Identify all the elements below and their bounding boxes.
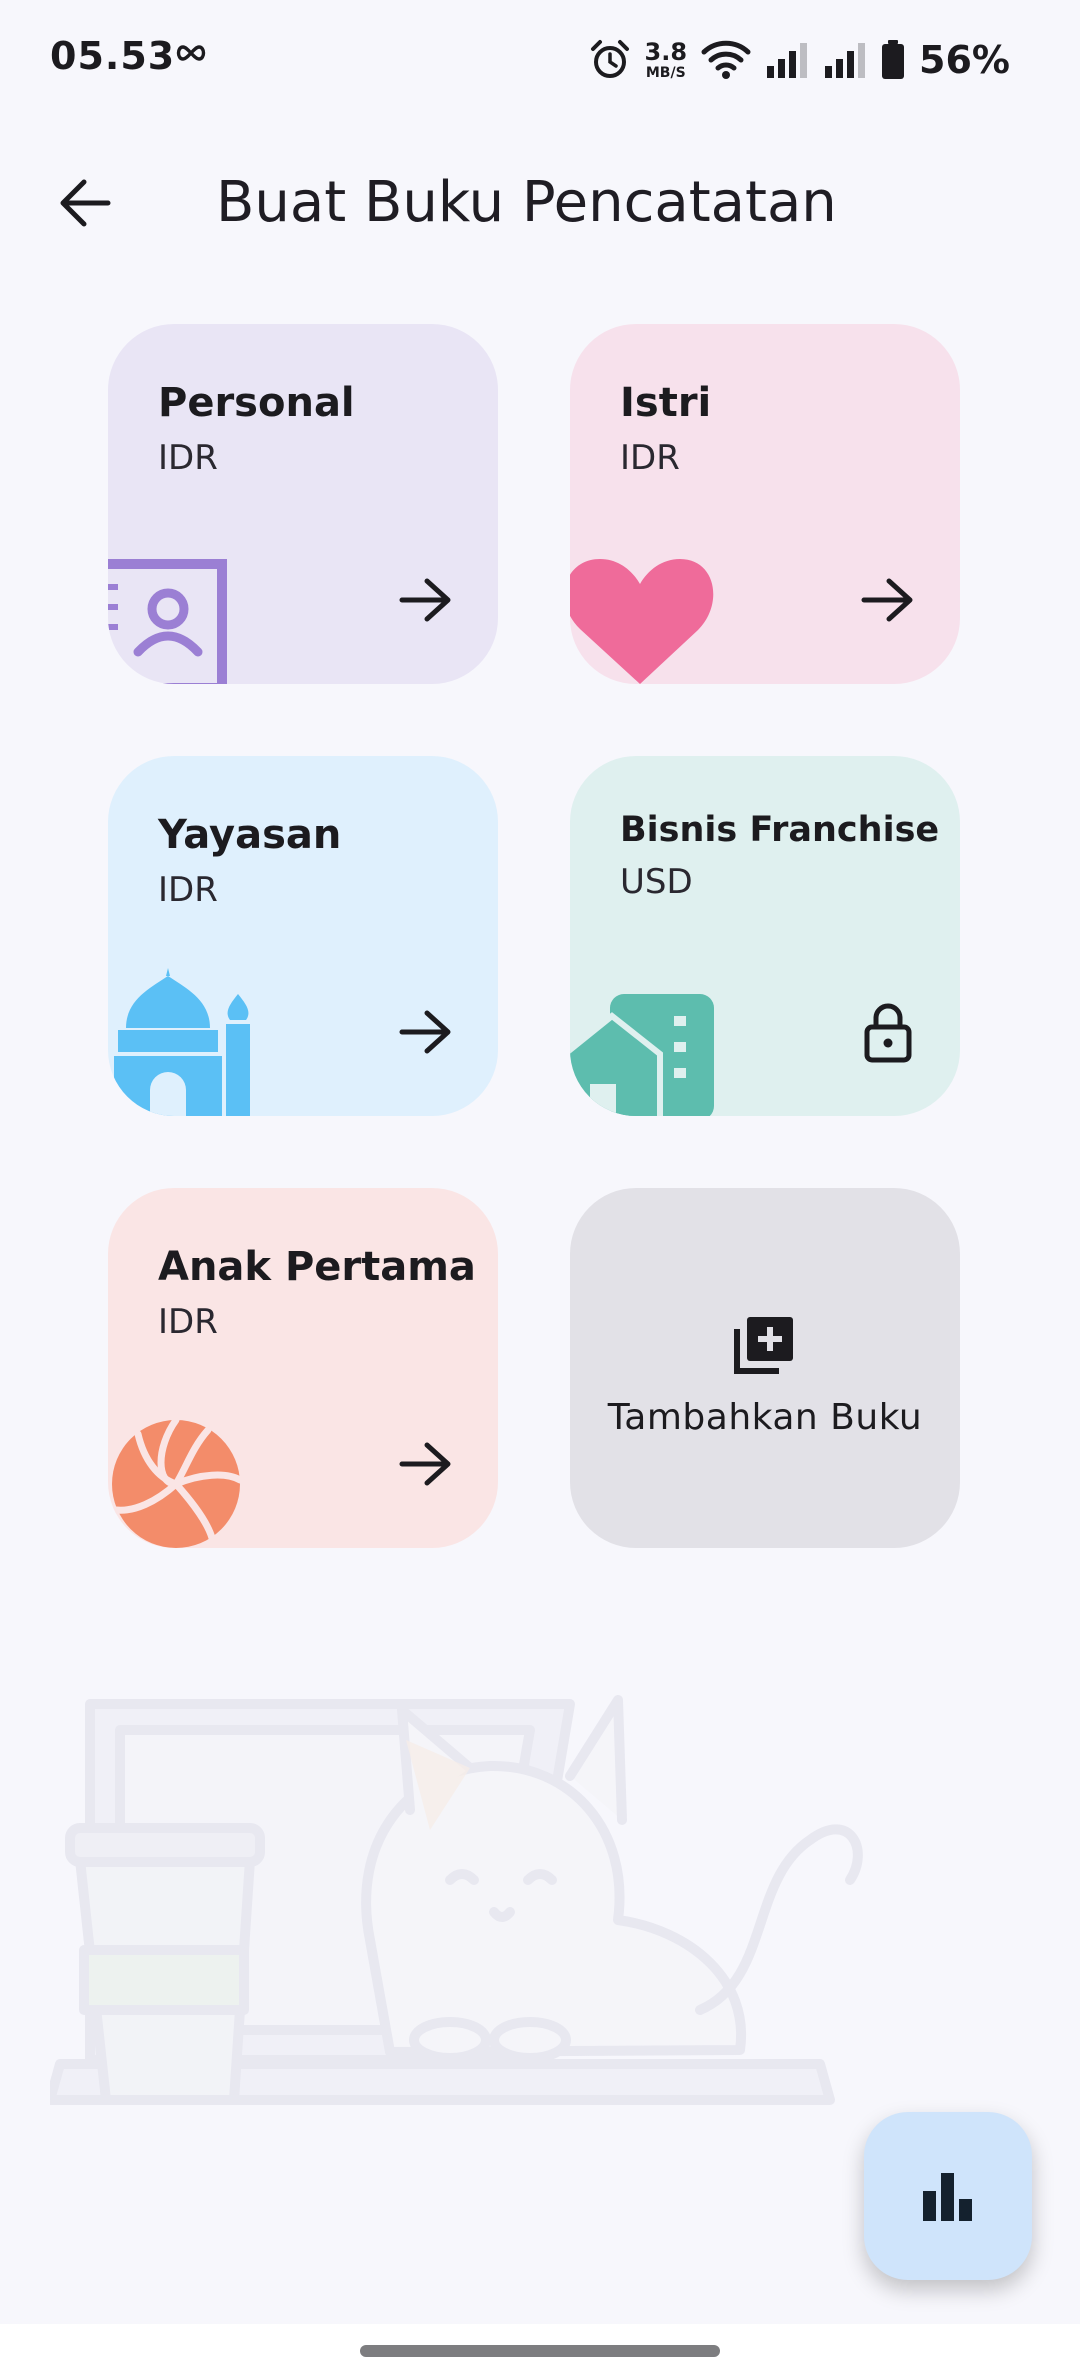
add-book-label: Tambahkan Buku <box>607 1396 923 1438</box>
arrow-forward-icon <box>399 1010 451 1054</box>
back-button[interactable] <box>50 168 120 238</box>
book-card-personal[interactable]: Personal IDR <box>108 324 498 684</box>
infinity-icon <box>176 45 206 61</box>
book-card-istri[interactable]: Istri IDR <box>570 324 960 684</box>
book-currency: USD <box>620 862 693 902</box>
open-book-button[interactable] <box>394 1000 458 1064</box>
home-indicator[interactable] <box>360 2345 720 2357</box>
library-add-icon <box>734 1316 793 1374</box>
alarm-icon <box>590 40 629 78</box>
network-speed: 3.8 MB/S <box>645 40 688 80</box>
open-book-button[interactable] <box>394 1432 458 1496</box>
book-currency: IDR <box>158 438 218 478</box>
page-title: Buat Buku Pencatatan <box>216 170 837 235</box>
lock-button[interactable] <box>856 1000 920 1064</box>
screen: 05.53 3.8 MB/S 56% Buat Buku Pencatatan … <box>0 0 1080 2376</box>
battery-icon <box>882 40 905 79</box>
contact-book-icon <box>108 559 227 684</box>
book-currency: IDR <box>158 870 218 910</box>
status-icons: 3.8 MB/S 56% <box>589 34 1010 86</box>
building-icon <box>570 994 714 1116</box>
status-bar: 05.53 3.8 MB/S 56% <box>0 0 1080 120</box>
book-name: Istri <box>620 380 712 426</box>
book-currency: IDR <box>620 438 680 478</box>
volleyball-icon <box>112 1416 244 1548</box>
arrow-forward-icon <box>399 1442 451 1486</box>
battery-percentage: 56% <box>919 38 1010 82</box>
book-name: Bisnis Franchise <box>620 810 940 850</box>
mosque-icon <box>114 968 250 1116</box>
arrow-forward-icon <box>399 578 451 622</box>
open-book-button[interactable] <box>856 568 920 632</box>
book-currency: IDR <box>158 1302 218 1342</box>
lock-icon <box>864 1003 912 1063</box>
add-book-button[interactable]: Tambahkan Buku <box>570 1188 960 1548</box>
status-time: 05.53 <box>50 34 176 78</box>
book-card-anak-pertama[interactable]: Anak Pertama IDR <box>108 1188 498 1548</box>
cat-laptop-illustration <box>50 1695 863 2105</box>
network-speed-unit: MB/S <box>645 65 686 81</box>
arrow-back-icon <box>60 179 111 227</box>
book-card-bisnis-franchise[interactable]: Bisnis Franchise USD <box>570 756 960 1116</box>
arrow-forward-icon <box>861 578 913 622</box>
signal-icon-sim2 <box>825 43 866 78</box>
book-name: Yayasan <box>158 812 342 858</box>
heart-icon <box>570 559 714 684</box>
wifi-icon <box>701 40 751 79</box>
statistics-fab[interactable] <box>864 2112 1032 2280</box>
bar-chart-icon <box>923 2173 972 2221</box>
signal-icon-sim1 <box>767 43 808 78</box>
book-name: Anak Pertama <box>158 1244 476 1290</box>
navigation-bar <box>0 2324 1080 2376</box>
network-speed-value: 3.8 <box>644 38 688 66</box>
book-card-yayasan[interactable]: Yayasan IDR <box>108 756 498 1116</box>
book-name: Personal <box>158 380 355 426</box>
open-book-button[interactable] <box>394 568 458 632</box>
